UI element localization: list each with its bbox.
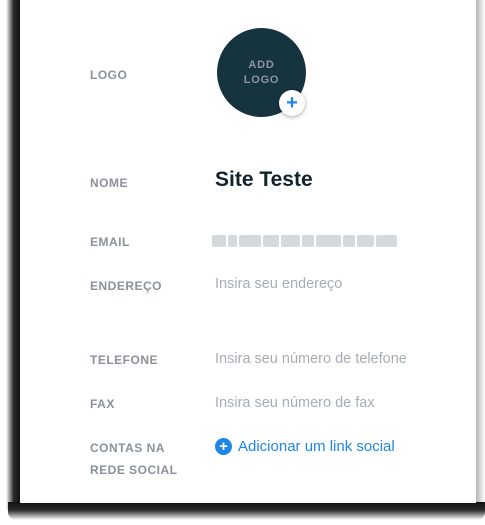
add-social-link-button[interactable]: + Adicionar um link social <box>215 438 395 455</box>
card-shadow-right <box>476 0 485 510</box>
social-accounts-label-line1: CONTAS NA <box>90 441 165 455</box>
address-input[interactable]: Insira seu endereço <box>215 276 342 292</box>
page-frame: LOGO ADD LOGO + NOME Site Teste EMAIL EN… <box>0 0 485 525</box>
fax-label: FAX <box>90 397 115 411</box>
email-label: EMAIL <box>90 235 130 249</box>
logo-label: LOGO <box>90 68 128 82</box>
site-name-field[interactable]: Site Teste <box>215 168 313 192</box>
address-label: ENDEREÇO <box>90 279 163 293</box>
card-shadow-left <box>6 0 20 510</box>
plus-circle-icon: + <box>215 438 232 455</box>
name-label: NOME <box>90 176 128 190</box>
add-social-link-label: Adicionar um link social <box>238 438 395 455</box>
business-info-card: LOGO ADD LOGO + NOME Site Teste EMAIL EN… <box>20 0 476 503</box>
phone-input[interactable]: Insira seu número de telefone <box>215 351 407 367</box>
add-logo-plus-button[interactable]: + <box>279 90 305 116</box>
logo-placeholder-text: ADD LOGO <box>243 58 280 86</box>
card-shadow-bottom <box>8 502 485 520</box>
email-field-redacted[interactable] <box>212 234 397 248</box>
plus-icon: + <box>286 92 298 114</box>
phone-label: TELEFONE <box>90 353 159 367</box>
fax-input[interactable]: Insira seu número de fax <box>215 395 375 411</box>
social-accounts-label-line2: REDE SOCIAL <box>90 463 178 477</box>
